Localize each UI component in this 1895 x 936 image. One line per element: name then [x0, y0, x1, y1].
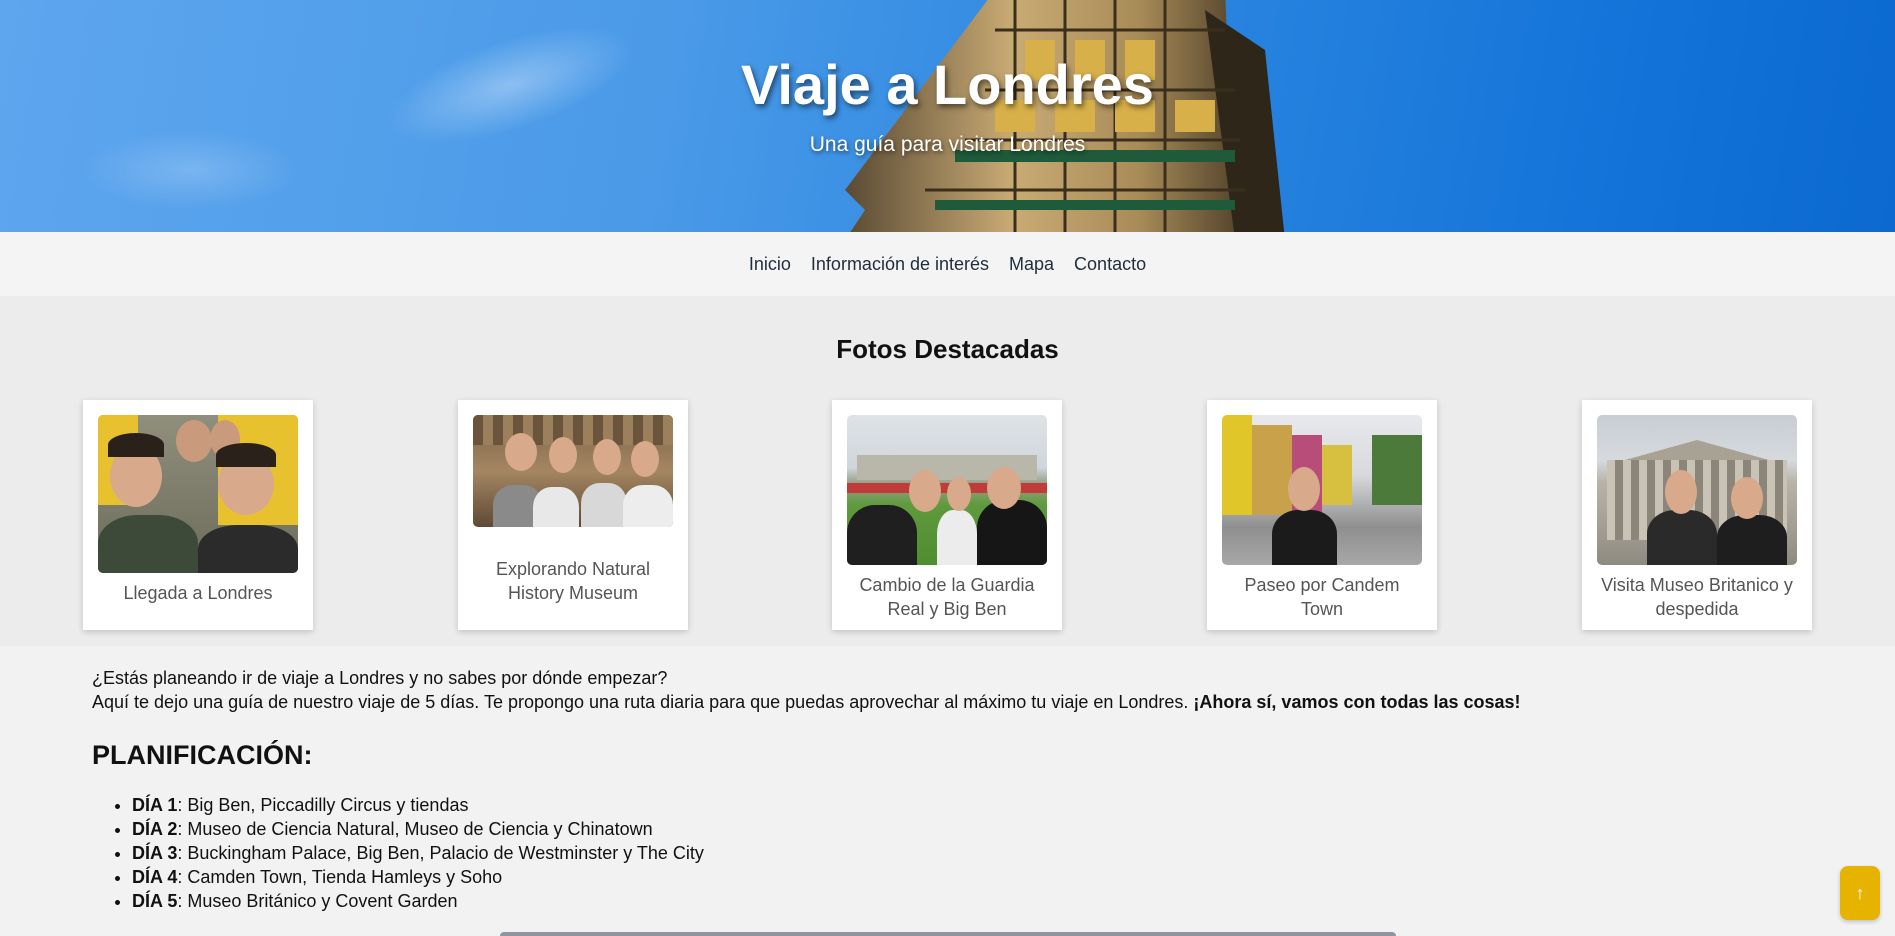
photo-caption: Visita Museo Britanico y despedida: [1601, 575, 1793, 619]
nav-link-inicio[interactable]: Inicio: [749, 254, 791, 275]
photo-card[interactable]: Llegada a Londres: [83, 400, 313, 630]
photo-caption: Paseo por Candem Town: [1244, 575, 1400, 619]
list-item: DÍA 3: Buckingham Palace, Big Ben, Palac…: [132, 841, 1803, 865]
intro-highlight: ¡Ahora sí, vamos con todas las cosas!: [1193, 692, 1521, 712]
photo-camden-town: [1222, 415, 1422, 565]
back-to-top-button[interactable]: ↑: [1840, 866, 1880, 920]
photo-card[interactable]: Cambio de la Guardia Real y Big Ben: [832, 400, 1062, 630]
featured-heading: Fotos Destacadas: [836, 334, 1059, 364]
day-description: : Buckingham Palace, Big Ben, Palacio de…: [177, 843, 704, 863]
nav-link-informacion[interactable]: Información de interés: [811, 254, 989, 275]
day-description: : Camden Town, Tienda Hamleys y Soho: [177, 867, 503, 887]
day-label: DÍA 4: [132, 867, 178, 887]
photo-caption: Explorando Natural History Museum: [495, 559, 651, 603]
map-embed-edge[interactable]: [500, 932, 1396, 936]
photo-natural-history: [473, 415, 673, 527]
plan-heading: PLANIFICACIÓN:: [92, 740, 313, 770]
intro-line-1: ¿Estás planeando ir de viaje a Londres y…: [92, 668, 668, 688]
photo-card[interactable]: Visita Museo Britanico y despedida: [1582, 400, 1812, 630]
hero-title: Viaje a Londres: [741, 53, 1154, 116]
photo-card[interactable]: Paseo por Candem Town: [1207, 400, 1437, 630]
list-item: DÍA 1: Big Ben, Piccadilly Circus y tien…: [132, 793, 1803, 817]
photo-guardia-real: [847, 415, 1047, 565]
photo-museo-britanico: [1597, 415, 1797, 565]
intro-text: ¿Estás planeando ir de viaje a Londres y…: [92, 666, 1803, 714]
plan-list: DÍA 1: Big Ben, Piccadilly Circus y tien…: [92, 793, 1803, 913]
day-label: DÍA 3: [132, 843, 178, 863]
list-item: DÍA 4: Camden Town, Tienda Hamleys y Soh…: [132, 865, 1803, 889]
photo-card[interactable]: Explorando Natural History Museum: [458, 400, 688, 630]
day-label: DÍA 1: [132, 795, 178, 815]
hero-subtitle: Una guía para visitar Londres: [809, 133, 1086, 156]
main-content: ¿Estás planeando ir de viaje a Londres y…: [0, 646, 1895, 913]
photo-llegada: [98, 415, 298, 573]
list-item: DÍA 5: Museo Británico y Covent Garden: [132, 889, 1803, 913]
nav-link-contacto[interactable]: Contacto: [1074, 254, 1146, 275]
day-description: : Big Ben, Piccadilly Circus y tiendas: [177, 795, 469, 815]
intro-line-2: Aquí te dejo una guía de nuestro viaje d…: [92, 692, 1194, 712]
photo-caption: Cambio de la Guardia Real y Big Ben: [859, 575, 1035, 619]
main-nav: Inicio Información de interés Mapa Conta…: [0, 232, 1895, 296]
featured-photos-section: Fotos Destacadas Llegada a Londres Explo…: [0, 296, 1895, 646]
photo-caption: Llegada a Londres: [123, 583, 273, 603]
day-label: DÍA 2: [132, 819, 178, 839]
nav-link-mapa[interactable]: Mapa: [1009, 254, 1054, 275]
day-description: : Museo Británico y Covent Garden: [177, 891, 458, 911]
day-description: : Museo de Ciencia Natural, Museo de Cie…: [177, 819, 653, 839]
day-label: DÍA 5: [132, 891, 178, 911]
hero-banner: Viaje a Londres Una guía para visitar Lo…: [0, 0, 1895, 232]
list-item: DÍA 2: Museo de Ciencia Natural, Museo d…: [132, 817, 1803, 841]
arrow-up-icon: ↑: [1855, 882, 1865, 903]
